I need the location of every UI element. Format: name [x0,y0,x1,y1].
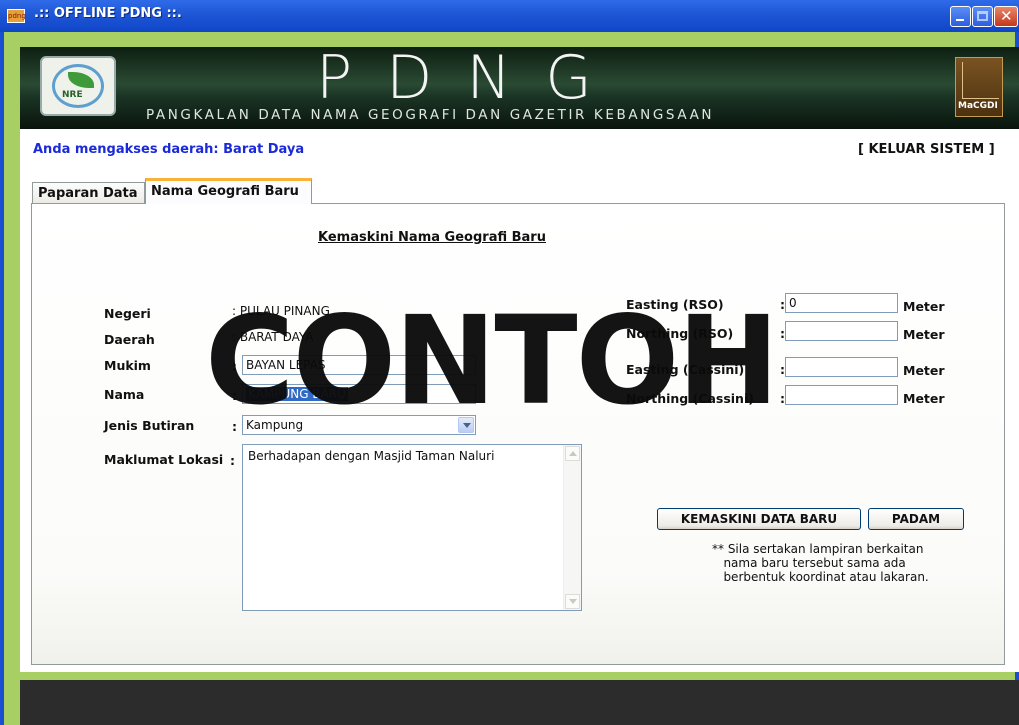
jenis-butiran-value: Kampung [246,418,304,432]
easting-rso-unit: Meter [903,299,945,314]
jenis-butiran-label: Jenis Butiran [104,418,195,433]
nama-label: Nama [104,387,145,402]
easting-cassini-input[interactable] [785,357,898,377]
textarea-scrollbar[interactable] [563,445,581,610]
daerah-label: Daerah [104,332,155,347]
northing-rso-unit: Meter [903,327,945,342]
northing-rso-label: Northing (RSO) [626,326,734,341]
attachment-note: ** Sila sertakan lampiran berkaitan nama… [712,542,929,584]
update-button[interactable]: KEMASKINI DATA BARU [657,508,861,530]
northing-rso-input[interactable] [785,321,898,341]
northing-cassini-input[interactable] [785,385,898,405]
mukim-input[interactable]: BAYAN LEPAS [242,355,476,375]
nama-input-selection: KAMPUNG BARU [246,387,348,401]
macgdi-logo: MaCGDI [955,57,1003,117]
access-info: Anda mengakses daerah: Barat Daya [33,142,305,157]
easting-rso-input[interactable]: 0 [785,293,898,313]
logout-link[interactable]: [ KELUAR SISTEM ] [858,142,995,157]
delete-button[interactable]: PADAM [868,508,964,530]
northing-cassini-unit: Meter [903,391,945,406]
nama-colon: : [232,388,237,403]
daerah-value: : BARAT DAYA [232,330,314,344]
tab-nama-geografi-baru[interactable]: Nama Geografi Baru [145,178,312,204]
nre-logo: NRE [40,56,116,116]
minimize-button[interactable] [950,6,971,27]
negeri-label: Negeri [104,306,151,321]
chevron-down-icon[interactable] [458,417,474,433]
maklumat-lokasi-colon: : [230,453,235,468]
banner-subtitle: PANGKALAN DATA NAMA GEOGRAFI DAN GAZETIR… [146,107,715,123]
banner-title: PDNG [316,47,626,113]
easting-rso-label: Easting (RSO) [626,297,724,312]
footer-bar [20,680,1019,725]
easting-cassini-unit: Meter [903,363,945,378]
form-title: Kemaskini Nama Geografi Baru [318,230,546,245]
maklumat-lokasi-textarea[interactable]: Berhadapan dengan Masjid Taman Naluri [242,444,582,611]
macgdi-logo-text: MaCGDI [958,101,998,111]
window-title: .:: OFFLINE PDNG ::. [34,6,182,21]
maklumat-lokasi-label: Maklumat Lokasi [104,452,224,467]
easting-cassini-label: Easting (Cassini) [626,362,745,377]
nama-input[interactable]: KAMPUNG BARU [242,384,476,404]
northing-cassini-label: Northing (Cassini) [626,391,754,406]
negeri-value: : PULAU PINANG [232,304,330,318]
tab-paparan-data[interactable]: Paparan Data [32,182,145,203]
app-icon: pdng [7,9,26,23]
header-banner: NRE PDNG PANGKALAN DATA NAMA GEOGRAFI DA… [20,47,1019,129]
nre-logo-text: NRE [62,90,83,100]
close-icon: ✕ [1000,7,1013,25]
frame-border-left [0,32,4,725]
scroll-down-icon[interactable] [565,594,580,609]
mesh-icon [962,62,999,99]
jenis-butiran-select[interactable]: Kampung [242,415,476,435]
maklumat-lokasi-value: Berhadapan dengan Masjid Taman Naluri [248,449,495,463]
scroll-up-icon[interactable] [565,446,580,461]
window-title-bar[interactable]: pdng .:: OFFLINE PDNG ::. ✕ [0,0,1019,32]
jenis-butiran-colon: : [232,419,237,434]
mukim-label: Mukim [104,358,151,373]
close-button[interactable]: ✕ [994,6,1018,27]
mukim-colon: : [232,359,237,374]
maximize-button[interactable] [972,6,993,27]
